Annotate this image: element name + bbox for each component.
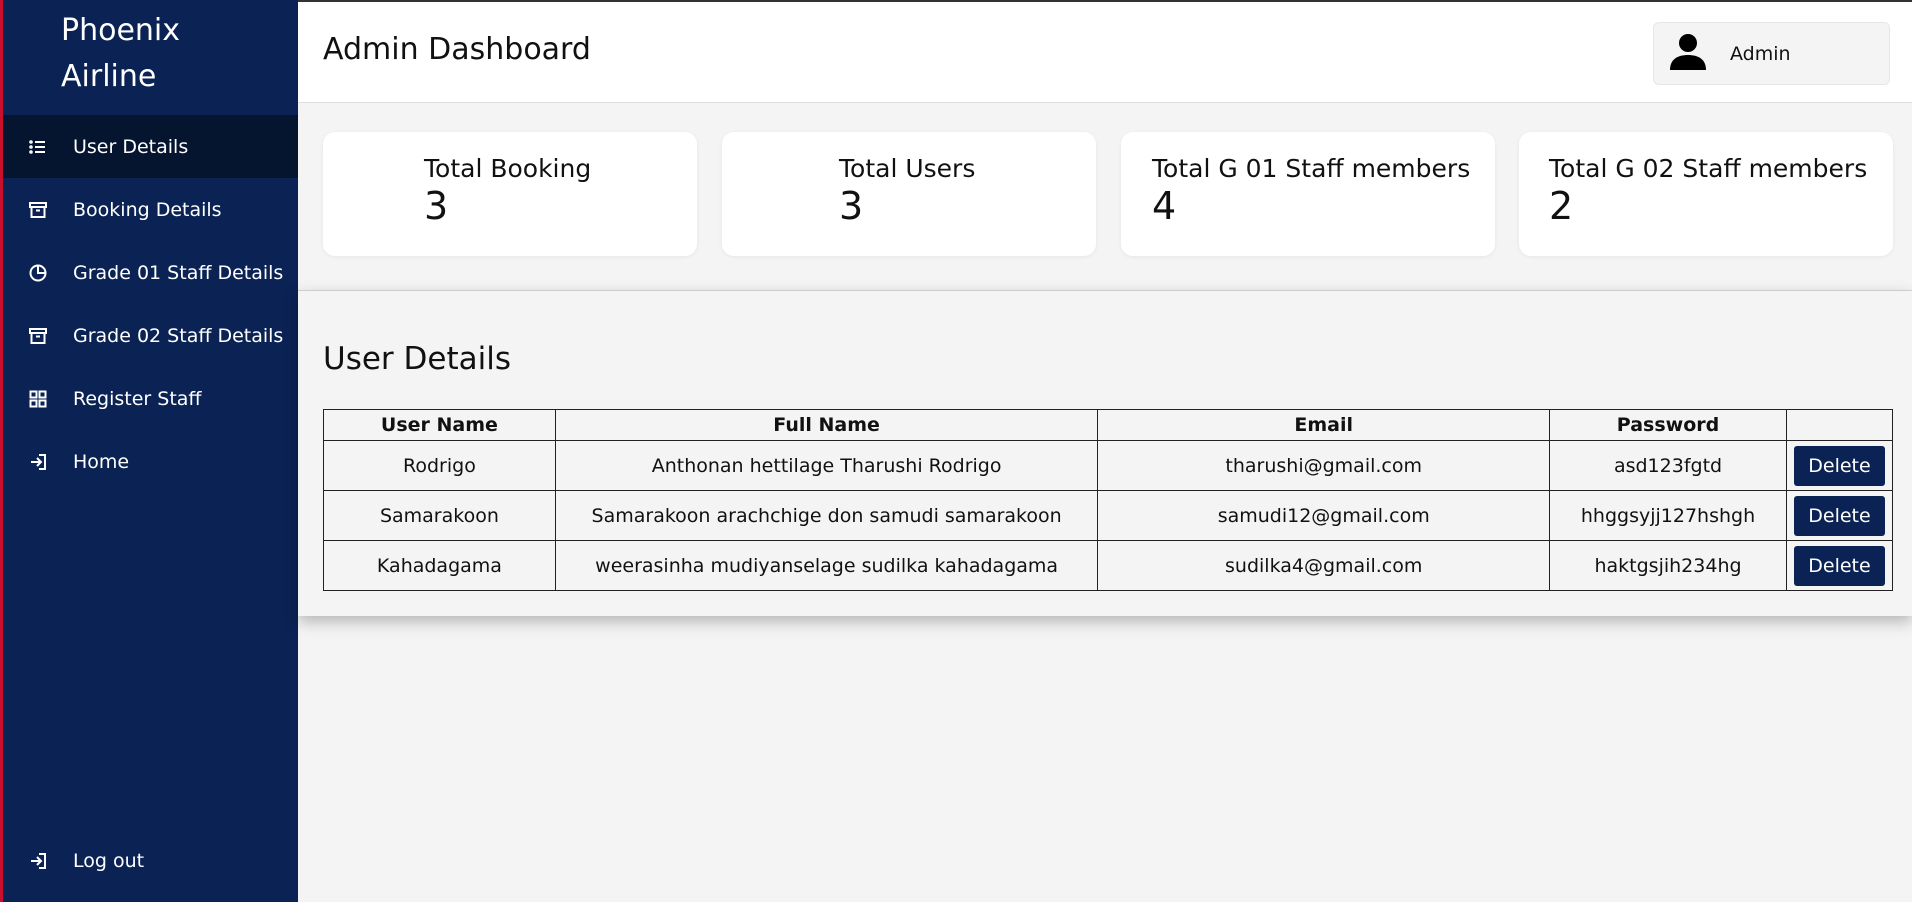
cell-user-name: Samarakoon — [323, 490, 556, 541]
table-row: Samarakoon Samarakoon arachchige don sam… — [323, 490, 1894, 541]
sidebar-item-label: Home — [73, 450, 130, 473]
cell-action: Delete — [1785, 490, 1894, 541]
top-bar: Admin Dashboard Admin — [298, 0, 1912, 103]
archive-icon — [27, 199, 49, 221]
sidebar-nav: User Details Booking Details Grade 01 St… — [3, 115, 298, 493]
column-header-action — [1785, 409, 1894, 441]
sign-in-icon — [27, 451, 49, 473]
cell-email: sudilka4@gmail.com — [1097, 540, 1551, 591]
sidebar-item-label: Grade 02 Staff Details — [73, 324, 284, 347]
grid-icon — [27, 388, 49, 410]
page-title: Admin Dashboard — [323, 32, 591, 67]
sidebar-item-label: User Details — [73, 135, 189, 158]
stat-value: 3 — [424, 184, 449, 228]
sidebar-item-label: Booking Details — [73, 198, 222, 221]
stat-card-total-g01-staff: Total G 01 Staff members 4 — [1121, 132, 1495, 256]
table-row: Kahadagama weerasinha mudiyanselage sudi… — [323, 540, 1894, 591]
sidebar-item-label: Register Staff — [73, 387, 202, 410]
sidebar-item-label: Grade 01 Staff Details — [73, 261, 284, 284]
table-header-row: User Name Full Name Email Password — [323, 409, 1894, 441]
cell-full-name: Samarakoon arachchige don samudi samarak… — [554, 490, 1099, 541]
pie-chart-icon — [27, 262, 49, 284]
cell-password: asd123fgtd — [1549, 440, 1787, 491]
delete-button[interactable]: Delete — [1793, 545, 1885, 586]
user-details-panel: User Details User Name Full Name Email P… — [298, 290, 1912, 616]
stat-label: Total Booking — [424, 154, 592, 183]
logout-button[interactable]: Log out — [3, 829, 298, 892]
delete-button[interactable]: Delete — [1793, 445, 1885, 486]
cell-user-name: Kahadagama — [323, 540, 556, 591]
sidebar-item-home[interactable]: Home — [3, 430, 298, 493]
delete-button[interactable]: Delete — [1793, 495, 1885, 536]
user-menu[interactable]: Admin — [1653, 22, 1890, 85]
stat-card-total-users: Total Users 3 — [722, 132, 1096, 256]
cell-full-name: weerasinha mudiyanselage sudilka kahadag… — [554, 540, 1099, 591]
table-row: Rodrigo Anthonan hettilage Tharushi Rodr… — [323, 440, 1894, 491]
archive-icon — [27, 325, 49, 347]
sidebar-item-register-staff[interactable]: Register Staff — [3, 367, 298, 430]
stats-cards: Total Booking 3 Total Users 3 Total G 01… — [323, 132, 1893, 256]
stat-value: 2 — [1549, 184, 1574, 228]
column-header-password: Password — [1549, 409, 1787, 441]
sidebar-item-user-details[interactable]: User Details — [3, 115, 298, 178]
stat-value: 4 — [1152, 184, 1177, 228]
stat-label: Total G 02 Staff members — [1549, 154, 1868, 183]
brand-line-1: Phoenix — [61, 13, 181, 48]
stat-card-total-g02-staff: Total G 02 Staff members 2 — [1519, 132, 1893, 256]
column-header-email: Email — [1097, 409, 1551, 441]
cell-action: Delete — [1785, 540, 1894, 591]
logout-label: Log out — [73, 849, 145, 872]
list-icon — [27, 136, 49, 158]
sidebar-item-booking-details[interactable]: Booking Details — [3, 178, 298, 241]
cell-password: haktgsjih234hg — [1549, 540, 1787, 591]
column-header-user-name: User Name — [323, 409, 556, 441]
sign-in-icon — [27, 850, 49, 872]
sidebar: Phoenix Airline User Details Booking Det… — [0, 0, 298, 902]
stat-label: Total Users — [839, 154, 976, 183]
cell-password: hhggsyjj127hshgh — [1549, 490, 1787, 541]
sidebar-item-grade-02-staff[interactable]: Grade 02 Staff Details — [3, 304, 298, 367]
column-header-full-name: Full Name — [554, 409, 1099, 441]
cell-full-name: Anthonan hettilage Tharushi Rodrigo — [554, 440, 1099, 491]
user-avatar-icon — [1666, 30, 1710, 78]
stat-value: 3 — [839, 184, 864, 228]
brand-logo-text: Phoenix Airline — [61, 8, 281, 100]
cell-user-name: Rodrigo — [323, 440, 556, 491]
stat-card-total-booking: Total Booking 3 — [323, 132, 697, 256]
sidebar-item-grade-01-staff[interactable]: Grade 01 Staff Details — [3, 241, 298, 304]
user-details-table: User Name Full Name Email Password Rodri… — [323, 409, 1894, 591]
cell-action: Delete — [1785, 440, 1894, 491]
user-name: Admin — [1730, 42, 1791, 65]
cell-email: tharushi@gmail.com — [1097, 440, 1551, 491]
brand-line-2: Airline — [61, 59, 157, 94]
section-title: User Details — [323, 341, 511, 377]
cell-email: samudi12@gmail.com — [1097, 490, 1551, 541]
stat-label: Total G 01 Staff members — [1152, 154, 1471, 183]
